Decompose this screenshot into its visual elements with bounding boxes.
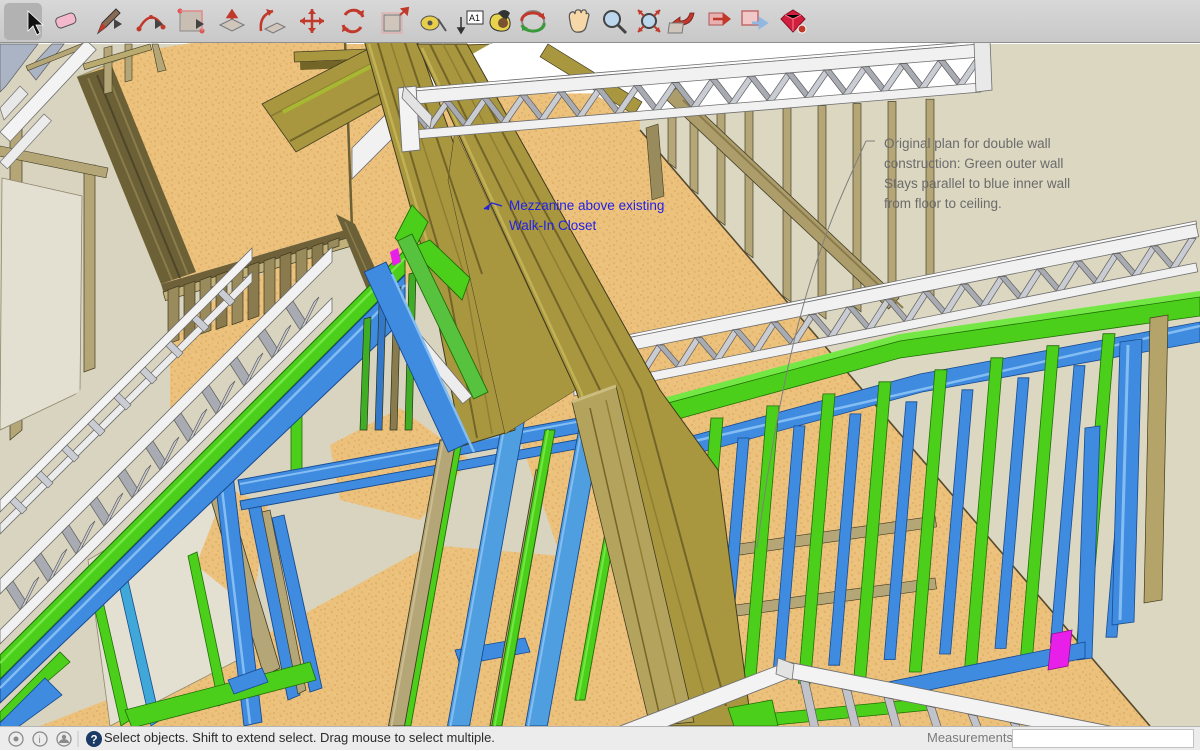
svg-text:from floor to ceiling.: from floor to ceiling. (884, 196, 1002, 211)
svg-text:?: ? (91, 735, 98, 747)
svg-text:Walk-In Closet: Walk-In Closet (509, 218, 597, 233)
svg-text:A1: A1 (469, 13, 480, 23)
svg-text:Original plan for double wall: Original plan for double wall (884, 136, 1051, 151)
svg-text:construction: Green outer wall: construction: Green outer wall (884, 156, 1063, 171)
svg-text:Mezzanine above existing: Mezzanine above existing (509, 198, 664, 213)
svg-text:i: i (39, 735, 41, 746)
svg-text:Stays parallel to blue inner w: Stays parallel to blue inner wall (884, 176, 1070, 191)
